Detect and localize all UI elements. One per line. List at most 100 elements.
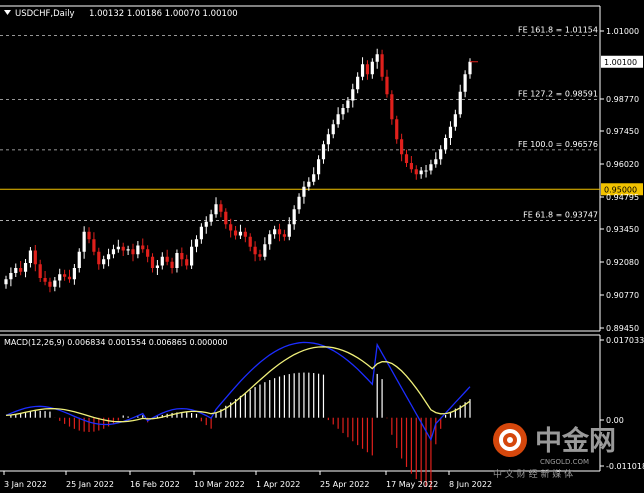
candle-body <box>370 61 374 75</box>
candle-body <box>380 54 384 77</box>
candle-body <box>414 169 418 175</box>
candle-body <box>351 89 355 101</box>
candle-body <box>53 280 57 287</box>
candle-body <box>316 159 321 175</box>
candle-body <box>190 246 194 266</box>
candle-body <box>185 259 189 266</box>
price-axis-tick-label: 0.92080 <box>606 258 639 267</box>
watermark-sub-text: 中 文 财 经 新 媒 体 <box>493 468 573 480</box>
candle-body <box>233 230 238 236</box>
candle-body <box>170 261 174 268</box>
macd-axis-tick-label: -0.011018 <box>606 462 644 471</box>
candle-body <box>33 250 37 265</box>
candle-body <box>97 251 101 265</box>
ohlc-readout: 1.00132 1.00186 1.00070 1.00100 <box>89 9 238 19</box>
current-price-label: 1.00100 <box>604 58 637 67</box>
candle-body <box>141 245 145 250</box>
candle-body <box>38 264 42 278</box>
date-axis-tick-label: 17 May 2022 <box>386 480 438 489</box>
candle-body <box>331 124 335 135</box>
candle-body <box>175 253 179 268</box>
candle-body <box>180 253 184 260</box>
candle-body <box>160 256 164 266</box>
price-axis-tick-label: 0.94795 <box>606 193 639 202</box>
candle-body <box>146 249 150 257</box>
candle-body <box>248 236 252 247</box>
candle-body <box>282 234 286 237</box>
candle-body <box>448 126 453 138</box>
date-axis-tick-label: 25 Jan 2022 <box>66 480 114 489</box>
candle-body <box>409 163 413 170</box>
candle-body <box>63 274 67 277</box>
price-axis-tick-label: 0.98770 <box>606 95 639 104</box>
date-axis-tick-label: 3 Jan 2022 <box>4 480 47 489</box>
symbol-label: USDCHF,Daily <box>15 9 75 19</box>
candle-body <box>121 246 125 251</box>
candle-body <box>4 279 8 285</box>
candle-body <box>307 181 311 187</box>
candle-body <box>302 186 306 197</box>
candle-body <box>102 259 106 265</box>
candle-body <box>297 196 301 210</box>
candle-body <box>263 244 267 257</box>
date-axis-tick-label: 10 Mar 2022 <box>194 480 245 489</box>
watermark-logo-text: 中金网 <box>535 425 616 457</box>
candle-body <box>273 229 277 235</box>
candle-body <box>106 254 111 260</box>
candle-body <box>131 249 135 255</box>
candle-body <box>92 239 96 252</box>
candle-body <box>165 256 169 262</box>
trading-chart[interactable]: USDCHF,Daily 1.00132 1.00186 1.00070 1.0… <box>0 0 644 493</box>
candle-body <box>429 164 433 171</box>
candle-body <box>219 204 223 212</box>
candle-body <box>48 281 52 287</box>
price-axis-tick-label: 0.97450 <box>606 127 639 136</box>
candle-body <box>229 224 233 231</box>
price-axis-tick-label: 0.90770 <box>606 291 639 300</box>
price-axis-tick-label: 0.96020 <box>606 160 639 169</box>
candle-body <box>87 231 91 240</box>
watermark-url: CNGOLD.COM <box>540 458 589 466</box>
candle-body <box>253 246 257 255</box>
date-axis-tick-label: 25 Apr 2022 <box>320 480 369 489</box>
candle-body <box>400 139 404 155</box>
candle-body <box>356 76 360 90</box>
candle-body <box>336 114 340 125</box>
fib-level-label: FE 100.0 = 0.96576 <box>518 140 598 149</box>
candle-body <box>395 119 399 140</box>
candle-body <box>209 214 213 222</box>
fib-level-label: FE 61.8 = 0.93747 <box>523 211 598 220</box>
candle-body <box>238 231 243 236</box>
price-axis-tick-label: 0.89450 <box>606 324 639 333</box>
candle-body <box>360 64 365 77</box>
chart-header: USDCHF,Daily 1.00132 1.00186 1.00070 1.0… <box>4 9 238 19</box>
candle-body <box>390 94 394 120</box>
candle-body <box>111 249 116 255</box>
candle-body <box>453 114 457 127</box>
candle-body <box>443 138 448 150</box>
fib-level-label: FE 161.8 = 1.01154 <box>518 25 598 34</box>
candle-body <box>292 209 296 225</box>
macd-header: MACD(12,26,9) 0.006834 0.001554 0.006865… <box>4 338 228 347</box>
candle-body <box>385 76 389 95</box>
candle-body <box>14 268 18 273</box>
candle-body <box>365 64 370 75</box>
candle-body <box>136 245 140 255</box>
candle-body <box>82 231 86 252</box>
candle-body <box>72 268 76 280</box>
candle-body <box>150 256 155 268</box>
candle-body <box>67 276 72 280</box>
candle-body <box>258 254 262 257</box>
candle-body <box>116 246 120 250</box>
candle-body <box>199 226 203 240</box>
date-axis-tick-label: 8 Jun 2022 <box>449 480 492 489</box>
price-axis-tick-label: 1.01000 <box>606 27 639 36</box>
candle-body <box>194 239 199 247</box>
candle-body <box>243 231 247 237</box>
candle-body <box>458 91 462 115</box>
candle-body <box>214 204 218 215</box>
candle-body <box>341 108 345 115</box>
candle-body <box>346 100 350 108</box>
candle-body <box>375 54 379 62</box>
candle-body <box>155 265 160 268</box>
